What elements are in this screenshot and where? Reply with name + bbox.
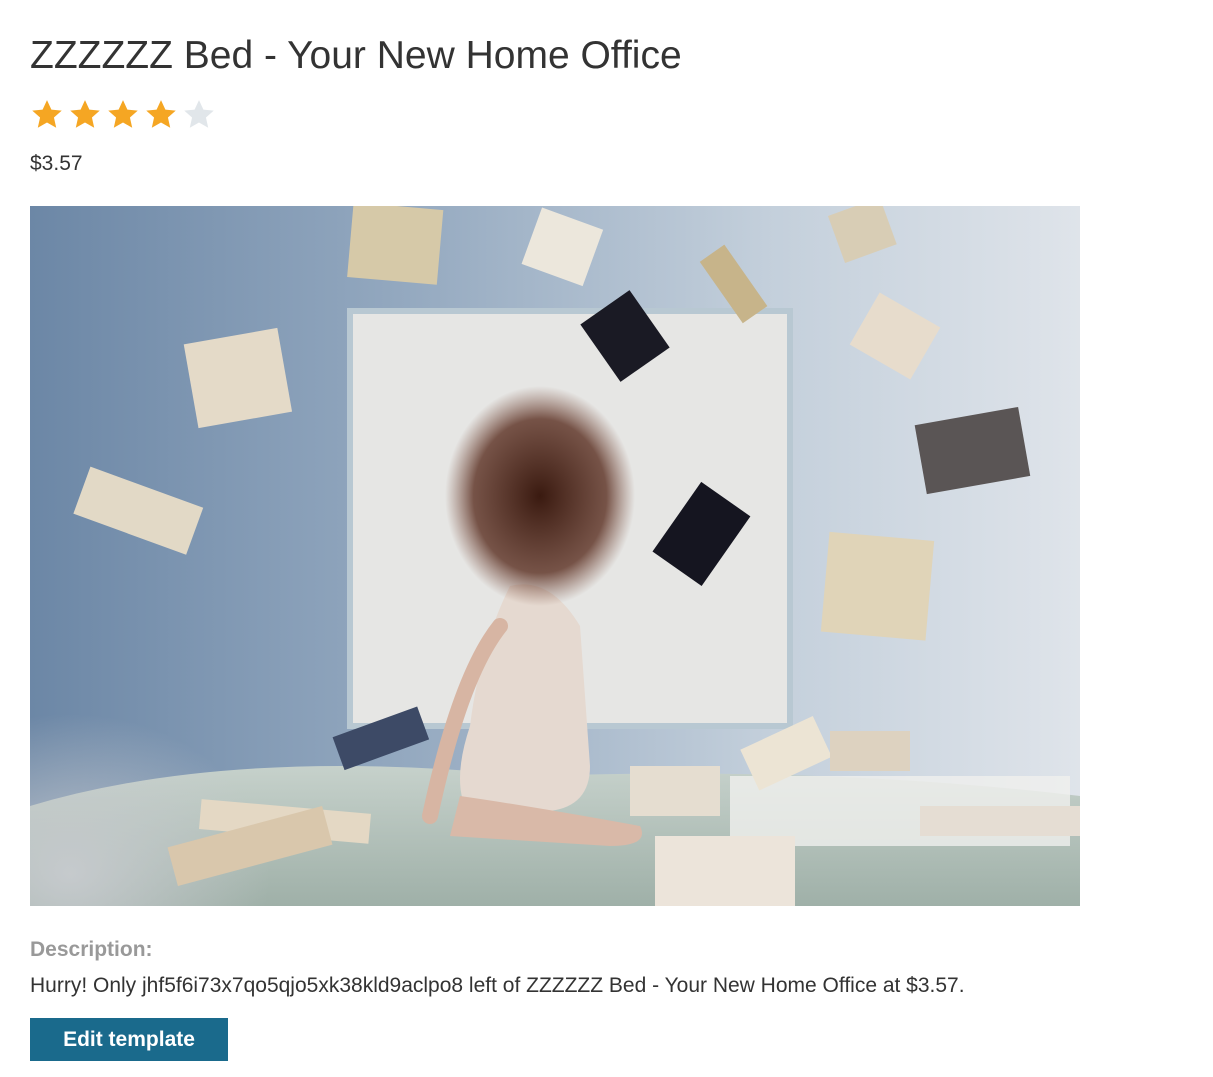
star-rating: [30, 98, 216, 132]
star-empty-icon: [182, 98, 216, 132]
product-title: ZZZZZZ Bed - Your New Home Office: [30, 34, 682, 77]
product-price: $3.57: [30, 152, 83, 175]
description-text: Hurry! Only jhf5f6i73x7qo5qjo5xk38kld9ac…: [30, 974, 965, 997]
product-image: [30, 206, 1080, 906]
star-icon: [106, 98, 140, 132]
star-icon: [30, 98, 64, 132]
description-label: Description:: [30, 938, 153, 961]
edit-template-button[interactable]: Edit template: [30, 1018, 228, 1061]
star-icon: [144, 98, 178, 132]
star-icon: [68, 98, 102, 132]
